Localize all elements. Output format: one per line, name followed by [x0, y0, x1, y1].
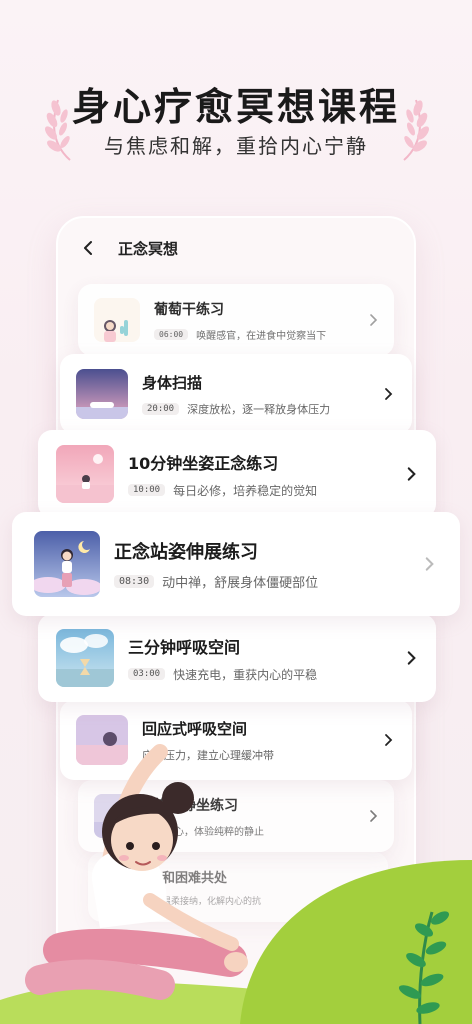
chevron-right-icon — [385, 388, 393, 400]
course-name: 正念站姿伸展练习 — [114, 541, 258, 563]
chevron-left-icon[interactable] — [80, 240, 96, 256]
course-desc: 大内心，体验纯粹的静止 — [154, 826, 264, 838]
course-thumbnail — [76, 369, 128, 419]
course-desc: 每日必修，培养稳定的觉知 — [173, 483, 318, 498]
chevron-right-icon — [407, 467, 416, 481]
duration-badge: 10:00 — [128, 484, 166, 496]
chevron-right-icon — [407, 651, 416, 665]
course-card-difficulty[interactable]: 和困难共处 温柔接纳，化解内心的抗 — [88, 852, 388, 922]
course-thumbnail — [56, 629, 114, 687]
course-desc: 深度放松，逐一释放身体压力 — [187, 402, 331, 416]
course-name: 10分钟坐姿正念练习 — [128, 453, 279, 473]
course-name: 身体扫描 — [142, 373, 203, 392]
chevron-right-icon — [385, 734, 393, 746]
chevron-right-icon — [370, 810, 378, 822]
nav-title: 正念冥想 — [118, 239, 179, 258]
course-thumbnail — [94, 298, 140, 342]
course-name: 练习静坐练习 — [154, 797, 238, 814]
course-card-responsive-breathing[interactable]: 回应式呼吸空间 应对压力，建立心理缓冲带 — [60, 700, 412, 780]
course-thumbnail — [76, 715, 128, 765]
course-thumbnail — [104, 866, 148, 908]
course-desc: 动中禅，舒展身体僵硬部位 — [162, 575, 319, 591]
course-card-body-scan[interactable]: 身体扫描 20:00 深度放松，逐一释放身体压力 — [60, 354, 412, 434]
course-desc: 温柔接纳，化解内心的抗 — [162, 897, 262, 907]
chevron-right-icon — [370, 314, 378, 326]
duration-badge: 20:00 — [142, 402, 180, 415]
laurel-right-icon — [403, 99, 429, 161]
nav-bar: 正念冥想 — [80, 236, 178, 260]
course-desc: 应对压力，建立心理缓冲带 — [142, 748, 274, 762]
course-card-sitting[interactable]: 练习静坐练习 大内心，体验纯粹的静止 — [78, 780, 394, 852]
course-card-standing-stretch[interactable]: 正念站姿伸展练习 08:30 动中禅，舒展身体僵硬部位 — [12, 512, 460, 616]
hero-banner: 身心疗愈冥想课程 与焦虑和解，重拾内心宁静 — [0, 0, 472, 200]
course-desc: 唤醒感官，在进食中觉察当下 — [196, 330, 327, 342]
course-desc: 快速充电，重获内心的平稳 — [173, 667, 318, 682]
course-thumbnail — [34, 531, 100, 597]
duration-badge: 06:00 — [154, 328, 189, 340]
course-card-three-minute-breathing[interactable]: 三分钟呼吸空间 03:00 快速充电，重获内心的平稳 — [38, 614, 436, 702]
duration-badge: 03:00 — [128, 668, 166, 680]
duration-badge: 08:30 — [114, 574, 155, 588]
course-thumbnail — [56, 445, 114, 503]
course-name: 和困难共处 — [162, 871, 228, 886]
course-name: 回应式呼吸空间 — [142, 719, 248, 738]
chevron-right-icon — [425, 557, 434, 571]
course-name: 三分钟呼吸空间 — [128, 637, 241, 657]
course-card-raisin[interactable]: 葡萄干练习 06:00 唤醒感官，在进食中觉察当下 — [78, 284, 394, 356]
course-thumbnail — [94, 794, 140, 838]
course-card-sitting-mindfulness[interactable]: 10分钟坐姿正念练习 10:00 每日必修，培养稳定的觉知 — [38, 430, 436, 518]
course-name: 葡萄干练习 — [154, 301, 224, 318]
